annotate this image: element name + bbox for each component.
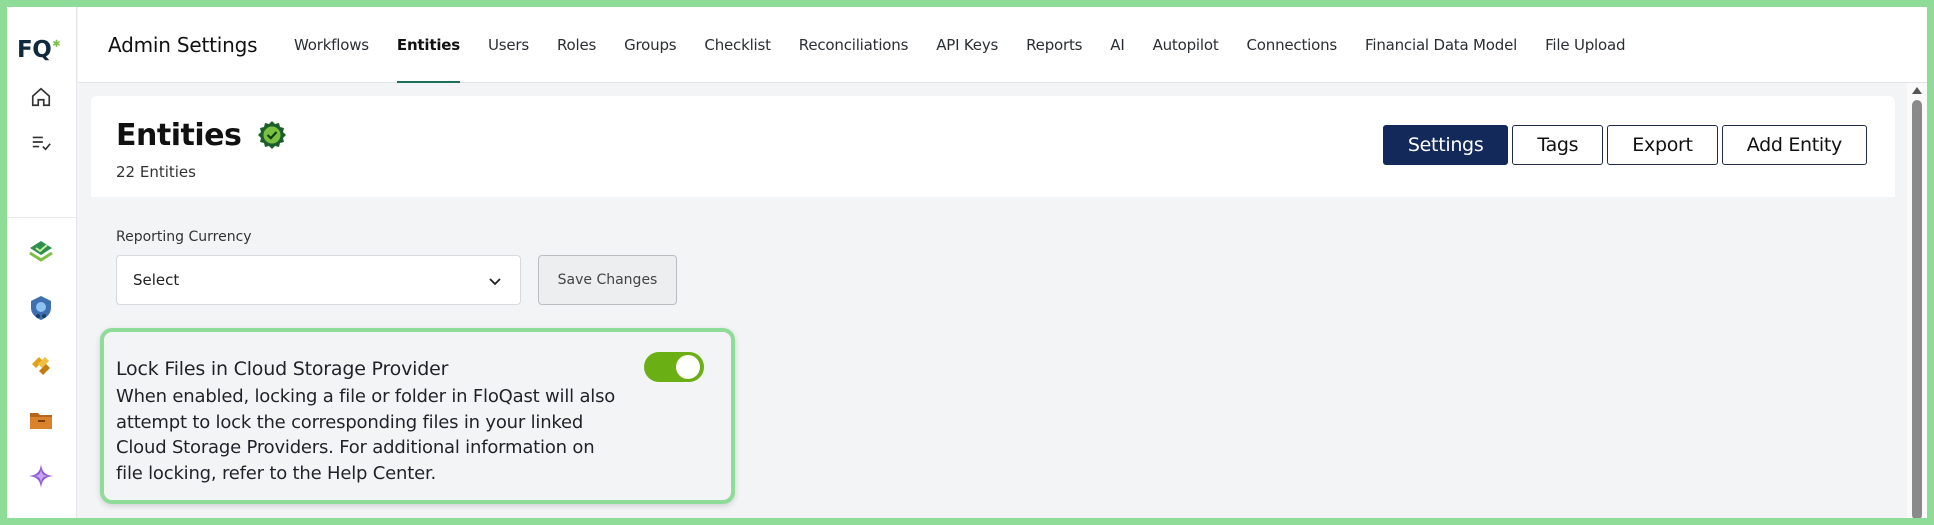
select-value: Select	[133, 271, 180, 289]
purple-sparkle-icon[interactable]	[28, 463, 54, 489]
logo-spark-icon: ✱	[52, 39, 61, 50]
lock-files-title: Lock Files in Cloud Storage Provider	[116, 358, 449, 380]
settings-button[interactable]: Settings	[1382, 125, 1509, 165]
header-actions: Settings Tags Export Add Entity	[1382, 125, 1867, 165]
reporting-currency-label: Reporting Currency	[116, 229, 252, 245]
chevron-down-icon	[488, 274, 502, 292]
tab-entities[interactable]: Entities	[383, 7, 474, 83]
tab-checklist[interactable]: Checklist	[690, 7, 784, 83]
tab-connections[interactable]: Connections	[1233, 7, 1352, 83]
tab-api-keys[interactable]: API Keys	[922, 7, 1012, 83]
page-title: Entities	[116, 118, 242, 153]
reporting-currency-select[interactable]: Select	[116, 255, 521, 305]
tab-users[interactable]: Users	[474, 7, 543, 83]
folder-icon[interactable]	[28, 407, 54, 433]
app-window: FQ✱ Admin Settings Workflows Entities Us…	[7, 7, 1927, 518]
nav-tabs: Workflows Entities Users Roles Groups Ch…	[280, 7, 1639, 83]
tab-financial-data-model[interactable]: Financial Data Model	[1351, 7, 1531, 83]
save-changes-button[interactable]: Save Changes	[538, 255, 677, 305]
export-button[interactable]: Export	[1607, 125, 1718, 165]
tab-reports[interactable]: Reports	[1012, 7, 1096, 83]
tags-button[interactable]: Tags	[1512, 125, 1604, 165]
scroll-thumb[interactable]	[1912, 100, 1922, 518]
main-content: Entities 22 Entities Settings Tags Expor…	[91, 96, 1895, 518]
tab-reconciliations[interactable]: Reconciliations	[785, 7, 922, 83]
rail-divider	[7, 217, 77, 218]
tab-ai[interactable]: AI	[1096, 7, 1138, 83]
lock-files-description: When enabled, locking a file or folder i…	[116, 386, 616, 484]
toggle-knob	[676, 355, 700, 379]
vertical-scrollbar[interactable]	[1907, 83, 1927, 518]
floqast-logo[interactable]: FQ✱	[17, 37, 61, 63]
tab-autopilot[interactable]: Autopilot	[1139, 7, 1233, 83]
entities-header: Entities 22 Entities Settings Tags Expor…	[91, 96, 1895, 197]
tab-workflows[interactable]: Workflows	[280, 7, 383, 83]
tab-file-upload[interactable]: File Upload	[1531, 7, 1639, 83]
scroll-up-arrow-icon[interactable]	[1912, 87, 1922, 94]
home-icon[interactable]	[28, 84, 54, 110]
blue-shield-icon[interactable]	[28, 295, 54, 321]
left-rail: FQ✱	[7, 7, 77, 518]
checklist-icon[interactable]	[28, 129, 54, 155]
admin-settings-title: Admin Settings	[108, 33, 258, 57]
gold-link-icon[interactable]	[28, 351, 54, 377]
green-check-stack-icon[interactable]	[28, 239, 54, 265]
tab-roles[interactable]: Roles	[543, 7, 610, 83]
lock-files-setting: Lock Files in Cloud Storage Provider Whe…	[100, 328, 735, 504]
lock-files-toggle[interactable]	[644, 352, 704, 382]
entity-count: 22 Entities	[116, 163, 196, 181]
add-entity-button[interactable]: Add Entity	[1721, 125, 1867, 165]
top-nav: Admin Settings Workflows Entities Users …	[78, 7, 1927, 83]
tab-groups[interactable]: Groups	[610, 7, 690, 83]
verified-badge-icon	[257, 120, 287, 150]
